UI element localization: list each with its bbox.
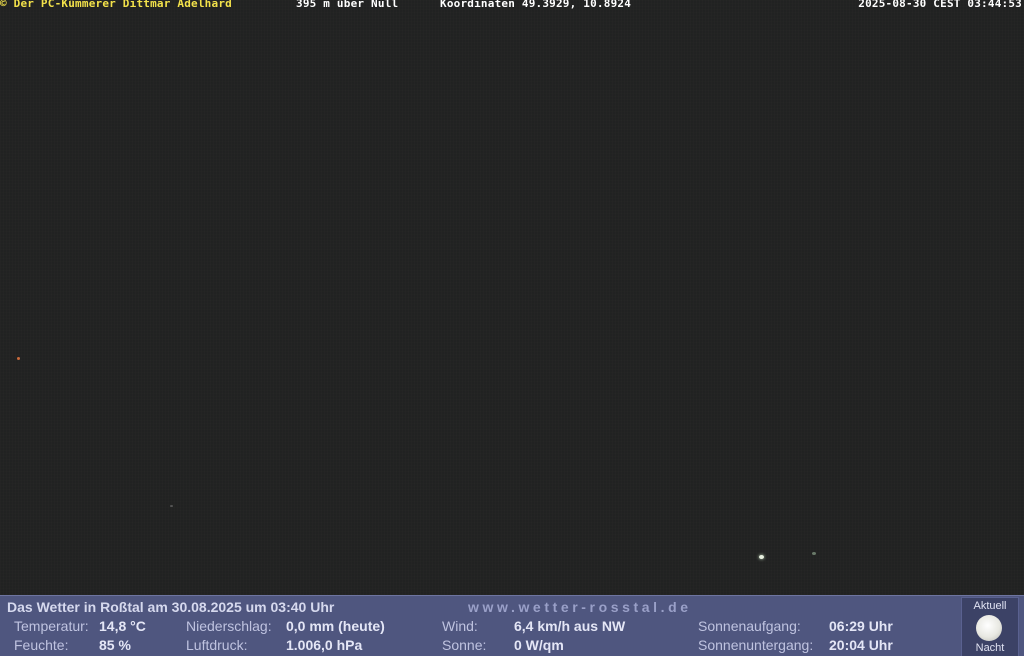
weather-info-bar: Das Wetter in Roßtal am 30.08.2025 um 03… [0,595,1024,656]
pressure-label: Luftdruck: [186,637,248,653]
moon-current-label: Aktuell [973,600,1007,612]
timestamp-text: 2025-08-30 CEST 03:44:53 [858,0,1022,10]
sunset-value: 20:04 Uhr [829,637,893,653]
coordinates-text: Koordinaten 49.3929, 10.8924 [440,0,632,10]
altitude-text: 395 m über Null [296,0,399,10]
pressure-value: 1.006,0 hPa [286,637,363,653]
copyright-owner: © Der PC-Kümmerer Dittmar Adelhard [0,0,232,10]
humidity-label: Feuchte: [14,637,69,653]
sun-label: Sonne: [442,637,487,653]
distant-light [759,555,764,559]
sunrise-label: Sonnenaufgang: [698,618,801,634]
distant-light [17,357,20,360]
webcam-view: © Der PC-Kümmerer Dittmar Adelhard 395 m… [0,0,1024,656]
sun-value: 0 W/qm [514,637,564,653]
temperature-value: 14,8 °C [99,618,146,634]
webcam-info-overlay: © Der PC-Kümmerer Dittmar Adelhard 395 m… [0,0,1024,10]
distant-light [170,505,173,507]
precipitation-label: Niederschlag: [186,618,272,634]
weather-title: Das Wetter in Roßtal am 30.08.2025 um 03… [7,599,335,615]
moon-icon [976,615,1002,641]
moon-phase-panel: Aktuell Nacht [961,597,1019,656]
distant-light [812,552,816,555]
site-url: www.wetter-rosstal.de [468,599,692,615]
humidity-value: 85 % [99,637,131,653]
moon-night-label: Nacht [975,642,1005,654]
temperature-label: Temperatur: [14,618,89,634]
wind-label: Wind: [442,618,478,634]
sunset-label: Sonnenuntergang: [698,637,814,653]
webcam-night-image [0,0,1024,595]
sunrise-value: 06:29 Uhr [829,618,893,634]
wind-value: 6,4 km/h aus NW [514,618,626,634]
precipitation-value: 0,0 mm (heute) [286,618,385,634]
